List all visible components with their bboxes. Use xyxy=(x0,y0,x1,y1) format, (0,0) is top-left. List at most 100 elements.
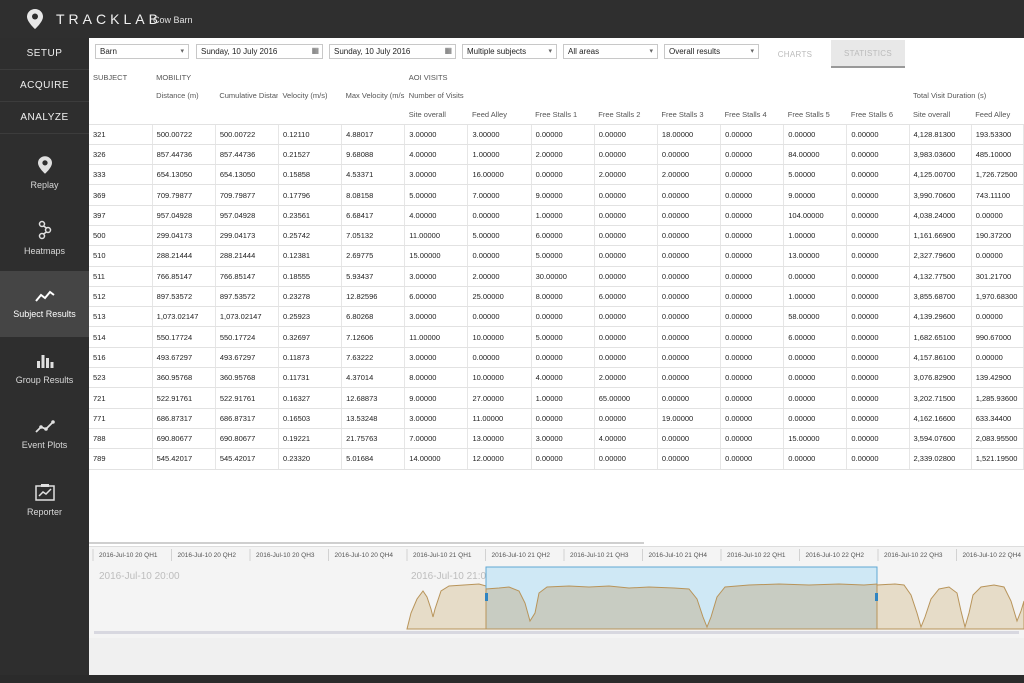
area-select[interactable]: Barn ▾ xyxy=(95,44,189,59)
tab-statistics[interactable]: STATISTICS xyxy=(831,40,905,68)
table-cell: 190.37200 xyxy=(971,225,1024,247)
header-mobility: MOBILITY xyxy=(156,72,192,82)
sidebar-item-heatmaps[interactable]: Heatmaps xyxy=(0,206,89,272)
table-cell: 15.00000 xyxy=(783,428,848,450)
timeline-scroll-track[interactable] xyxy=(94,631,1019,634)
table-cell: 12.00000 xyxy=(467,448,532,470)
header-subject[interactable]: SUBJECT xyxy=(89,68,152,86)
header-aoi-column[interactable]: Feed Alley xyxy=(467,105,532,125)
table-cell: 288.21444 xyxy=(152,245,216,267)
table-cell: 5.00000 xyxy=(531,245,595,267)
activity-area-right xyxy=(876,583,1024,630)
table-row[interactable]: 788 690.80677 690.80677 0.19221 21.75763 7.00… xyxy=(89,428,1024,450)
table-row[interactable]: 510 288.21444 288.21444 0.12381 2.69775 15.00… xyxy=(89,245,1024,267)
header-aoi-column[interactable]: Site overall xyxy=(909,105,972,125)
table-row[interactable]: 523 360.95768 360.95768 0.11731 4.37014 8.000… xyxy=(89,367,1024,389)
table-cell: 0.00000 xyxy=(783,387,848,409)
table-row[interactable]: 789 545.42017 545.42017 0.23320 5.01684 14.00… xyxy=(89,448,1024,470)
line-chart-icon xyxy=(34,290,55,302)
table-row[interactable]: 500 299.04173 299.04173 0.25742 7.05132 11.00… xyxy=(89,225,1024,247)
selection-handle-left[interactable] xyxy=(485,593,488,601)
table-cell: 0.00000 xyxy=(657,347,722,369)
table-row[interactable]: 512 897.53572 897.53572 0.23278 12.82596 6.00… xyxy=(89,286,1024,308)
table-cell: 0.00000 xyxy=(971,347,1024,369)
sidebar-item-group-results[interactable]: Group Results xyxy=(0,337,89,403)
table-cell: 709.79877 xyxy=(152,184,216,206)
table-cell: 9.00000 xyxy=(783,184,848,206)
header-aoi-column[interactable]: Free Stalls 6 xyxy=(846,105,910,125)
table-cell: 493.67297 xyxy=(152,347,216,369)
subject-id-cell: 516 xyxy=(89,347,153,369)
date-from-value: Sunday, 10 July 2016 xyxy=(201,47,278,56)
table-cell: 857.44736 xyxy=(152,144,216,166)
table-row[interactable]: 721 522.91761 522.91761 0.16327 12.68873 9.00… xyxy=(89,387,1024,409)
sidebar-item-replay[interactable]: Replay xyxy=(0,140,89,206)
calendar-icon[interactable]: ▦ xyxy=(311,46,319,55)
header-max-velocity[interactable]: Max Velocity (m/s xyxy=(342,86,405,105)
table-cell: 4.00000 xyxy=(594,428,658,450)
table-row[interactable]: 369 709.79877 709.79877 0.17796 8.08158 5.000… xyxy=(89,184,1024,206)
selection-handle-right[interactable] xyxy=(875,593,878,601)
header-distance[interactable]: Distance (m) xyxy=(152,86,215,105)
header-velocity[interactable]: Velocity (m/s) xyxy=(278,86,341,105)
table-cell: 0.00000 xyxy=(657,326,722,348)
table-row[interactable]: 511 766.85147 766.85147 0.18555 5.93437 3.000… xyxy=(89,266,1024,287)
sidebar-item-subject-results[interactable]: Subject Results xyxy=(0,271,89,337)
table-cell: 0.21527 xyxy=(278,144,343,166)
header-aoi-column[interactable]: Free Stalls 5 xyxy=(783,105,847,125)
header-aoi-column[interactable]: Free Stalls 2 xyxy=(594,105,658,125)
table-cell: 4,132.77500 xyxy=(909,266,972,287)
header-aoi-column[interactable]: Feed Alley xyxy=(971,105,1024,125)
table-cell: 1,682.65100 xyxy=(909,326,972,348)
tab-charts[interactable]: CHARTS xyxy=(759,40,831,68)
table-cell: 500.00722 xyxy=(152,124,216,145)
table-cell: 3.00000 xyxy=(404,266,469,287)
table-cell: 690.80677 xyxy=(152,428,216,450)
table-cell: 299.04173 xyxy=(215,225,279,247)
table-cell: 686.87317 xyxy=(152,408,216,429)
header-aoi-column[interactable]: Free Stalls 1 xyxy=(531,105,595,125)
table-row[interactable]: 516 493.67297 493.67297 0.11873 7.63222 3.000… xyxy=(89,347,1024,369)
table-row[interactable]: 514 550.17724 550.17724 0.32697 7.12606 11.00… xyxy=(89,326,1024,348)
nav-acquire[interactable]: ACQUIRE xyxy=(0,70,89,102)
header-cumulative-distance[interactable]: Cumulative Distan xyxy=(215,86,278,105)
table-cell: 0.00000 xyxy=(720,286,785,308)
subjects-select[interactable]: Multiple subjects ▾ xyxy=(462,44,557,59)
table-cell: 0.00000 xyxy=(720,124,785,145)
table-cell: 8.08158 xyxy=(341,184,406,206)
table-cell: 0.00000 xyxy=(657,266,722,287)
title-bar: TRACKLAB Cow Barn xyxy=(0,0,1024,38)
areas-select[interactable]: All areas ▾ xyxy=(563,44,658,59)
table-cell: 0.00000 xyxy=(846,205,910,226)
date-from-picker[interactable]: Sunday, 10 July 2016 ▦ xyxy=(196,44,323,59)
sidebar-item-event-plots[interactable]: Event Plots xyxy=(0,402,89,468)
header-aoi-column[interactable]: Free Stalls 3 xyxy=(657,105,721,125)
timeline-chart[interactable]: 2016-Jul-10 20 QH1 2016-Jul-10 20 QH2 2016… xyxy=(89,547,1024,639)
table-cell: 957.04928 xyxy=(152,205,216,226)
table-row[interactable]: 326 857.44736 857.44736 0.21527 9.68088 4.000… xyxy=(89,144,1024,166)
table-cell: 0.00000 xyxy=(657,184,722,206)
table-row[interactable]: 771 686.87317 686.87317 0.16503 13.53248 3.00… xyxy=(89,408,1024,429)
table-row[interactable]: 513 1,073.02147 1,073.02147 0.25923 6.80268 3… xyxy=(89,306,1024,328)
results-select[interactable]: Overall results ▾ xyxy=(664,44,759,59)
table-row[interactable]: 333 654.13050 654.13050 0.15858 4.53371 3.000… xyxy=(89,164,1024,186)
table-row[interactable]: 397 957.04928 957.04928 0.23561 6.68417 4.000… xyxy=(89,205,1024,226)
horizontal-scrollbar[interactable] xyxy=(89,542,644,544)
sidebar-item-reporter[interactable]: Reporter xyxy=(0,468,89,534)
calendar-icon[interactable]: ▦ xyxy=(444,46,452,55)
header-aoi-column[interactable]: Site overall xyxy=(404,105,468,125)
timeline-tick-label: 2016-Jul-10 20 QH4 xyxy=(335,552,394,559)
table-cell: 3.00000 xyxy=(467,124,532,145)
nav-analyze[interactable]: ANALYZE xyxy=(0,102,89,134)
table-cell: 0.12381 xyxy=(278,245,343,267)
table-cell: 4,157.86100 xyxy=(909,347,972,369)
table-cell: 139.42900 xyxy=(971,367,1024,389)
table-cell: 654.13050 xyxy=(215,164,279,186)
date-to-picker[interactable]: Sunday, 10 July 2016 ▦ xyxy=(329,44,456,59)
nav-setup[interactable]: SETUP xyxy=(0,38,89,70)
table-cell: 4.00000 xyxy=(531,367,595,389)
table-row[interactable]: 321 500.00722 500.00722 0.12110 4.88017 3.000… xyxy=(89,124,1024,145)
table-cell: 990.67000 xyxy=(971,326,1024,348)
header-aoi-column[interactable]: Free Stalls 4 xyxy=(720,105,784,125)
timeline-tick-label: 2016-Jul-10 21 QH2 xyxy=(492,552,551,559)
